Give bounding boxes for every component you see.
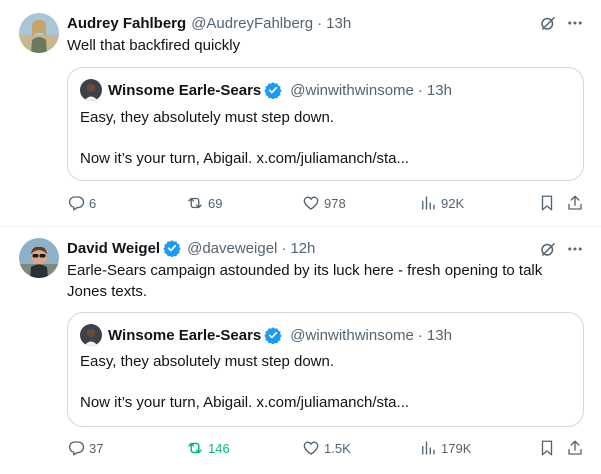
author-name[interactable]: Audrey Fahlberg [67, 15, 186, 32]
quote-text-line-1: Easy, they absolutely must step down. [80, 109, 335, 126]
separator-dot: · [281, 239, 287, 257]
bookmark-button[interactable] [538, 438, 560, 458]
heart-icon [303, 196, 319, 210]
quote-avatar[interactable] [80, 324, 102, 346]
bookmark-icon [541, 440, 553, 456]
views-button[interactable]: 92K [419, 193, 464, 213]
tweet-text-line-2: Jones texts. [67, 283, 148, 300]
timestamp[interactable]: 13h [326, 15, 351, 32]
more-options-icon[interactable] [566, 240, 584, 258]
timestamp[interactable]: 12h [290, 240, 315, 257]
tweet-2[interactable]: David Weigel @daveweigel · 12h Earle-Sea… [0, 227, 601, 474]
quote-text-line-2: Now it’s your turn, Abigail. x.com/julia… [80, 150, 410, 167]
separator-dot: · [417, 81, 423, 99]
views-count: 179K [441, 440, 472, 456]
separator-dot: · [417, 326, 423, 344]
tweet-text: Well that backfired quickly [67, 37, 241, 54]
share-button[interactable] [566, 193, 588, 213]
author-name[interactable]: David Weigel [67, 240, 160, 257]
views-icon [422, 441, 435, 455]
repost-icon [188, 197, 202, 209]
reply-icon [68, 196, 85, 211]
quote-avatar[interactable] [80, 79, 102, 101]
more-options-icon[interactable] [566, 14, 584, 32]
tweet-1[interactable]: Audrey Fahlberg @AudreyFahlberg · 13h We… [0, 0, 601, 226]
repost-icon [188, 442, 202, 454]
avatar[interactable] [19, 13, 59, 53]
avatar[interactable] [19, 238, 59, 278]
grok-icon[interactable] [539, 14, 557, 32]
share-icon [568, 440, 582, 455]
repost-button[interactable]: 146 [186, 438, 230, 458]
action-bar: 6 69 978 92K [0, 193, 601, 213]
reply-button[interactable]: 6 [67, 193, 96, 213]
like-button[interactable]: 978 [302, 193, 346, 213]
share-button[interactable] [566, 438, 588, 458]
reply-count: 6 [89, 195, 97, 211]
quote-author-name[interactable]: Winsome Earle-Sears [108, 327, 261, 344]
bookmark-icon [541, 195, 553, 211]
author-handle[interactable]: @AudreyFahlberg [191, 15, 313, 32]
views-button[interactable]: 179K [419, 438, 471, 458]
quote-text-line-1: Easy, they absolutely must step down. [80, 353, 335, 370]
verified-badge-icon [264, 82, 282, 99]
heart-icon [303, 441, 319, 455]
action-bar: 37 146 1.5K 179K [0, 438, 601, 458]
views-count: 92K [441, 195, 465, 211]
reply-icon [68, 441, 85, 456]
like-button[interactable]: 1.5K [302, 438, 351, 458]
repost-count: 146 [208, 440, 230, 456]
repost-count: 69 [208, 195, 223, 211]
tweet-text-line-1: Earle-Sears campaign astounded by its lu… [67, 262, 543, 279]
quote-timestamp[interactable]: 13h [427, 82, 452, 99]
verified-badge-icon [264, 327, 282, 344]
quote-timestamp[interactable]: 13h [427, 327, 452, 344]
quote-text-line-2: Now it’s your turn, Abigail. x.com/julia… [80, 394, 410, 411]
views-icon [422, 196, 435, 210]
quoted-tweet[interactable]: Winsome Earle-Sears @winwithwinsome · 13… [67, 67, 584, 181]
grok-icon[interactable] [539, 240, 557, 258]
verified-badge-icon [163, 240, 181, 257]
quote-author-handle[interactable]: @winwithwinsome [290, 327, 414, 344]
share-icon [568, 195, 582, 210]
like-count: 1.5K [324, 440, 351, 456]
reply-count: 37 [89, 440, 104, 456]
quoted-tweet[interactable]: Winsome Earle-Sears @winwithwinsome · 13… [67, 312, 584, 427]
quote-author-handle[interactable]: @winwithwinsome [290, 82, 414, 99]
separator-dot: · [317, 14, 323, 32]
like-count: 978 [324, 195, 346, 211]
repost-button[interactable]: 69 [186, 193, 222, 213]
author-handle[interactable]: @daveweigel [187, 240, 277, 257]
quote-author-name[interactable]: Winsome Earle-Sears [108, 82, 261, 99]
reply-button[interactable]: 37 [67, 438, 103, 458]
bookmark-button[interactable] [538, 193, 560, 213]
